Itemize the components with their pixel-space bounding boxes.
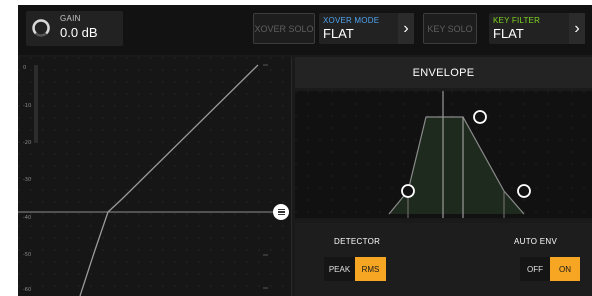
tick-label: 0 xyxy=(23,65,27,71)
transfer-curve-graph[interactable]: 0 -10 -20 -30 -40 -50 -60 xyxy=(18,57,292,296)
xover-mode-dropdown[interactable]: XOVER MODE FLAT › xyxy=(319,13,414,44)
key-filter-value: FLAT xyxy=(493,26,524,41)
xover-solo-button[interactable]: XOVER SOLO xyxy=(253,13,315,44)
release-handle[interactable] xyxy=(517,184,531,198)
gain-value[interactable]: 0.0 dB xyxy=(60,25,98,40)
detector-label: DETECTOR xyxy=(334,237,381,246)
tick-label: -40 xyxy=(23,215,32,221)
chevron-right-icon[interactable]: › xyxy=(569,13,585,44)
tick-label: -50 xyxy=(23,252,32,258)
graph-grid xyxy=(18,57,292,296)
key-filter-label: KEY FILTER xyxy=(493,16,541,25)
menu-icon xyxy=(277,208,285,216)
auto-env-on-button[interactable]: ON xyxy=(550,257,580,281)
tick-label: -60 xyxy=(23,287,32,293)
detector-section: DETECTOR PEAK RMS AUTO ENV OFF ON xyxy=(295,223,592,296)
envelope-canvas xyxy=(295,91,592,218)
app-root: GAIN 0.0 dB XOVER SOLO XOVER MODE FLAT ›… xyxy=(0,0,592,296)
auto-env-toggle[interactable]: OFF ON xyxy=(520,257,580,281)
gain-knob-icon[interactable] xyxy=(31,18,51,38)
envelope-editor[interactable] xyxy=(295,91,592,218)
auto-env-off-button[interactable]: OFF xyxy=(520,257,550,281)
tick-label: -10 xyxy=(23,103,32,109)
chevron-right-icon[interactable]: › xyxy=(398,13,414,44)
gain-label: GAIN xyxy=(60,14,81,23)
top-toolbar: GAIN 0.0 dB XOVER SOLO XOVER MODE FLAT ›… xyxy=(18,5,592,55)
tick-label: -20 xyxy=(23,140,32,146)
key-filter-dropdown[interactable]: KEY FILTER FLAT › xyxy=(489,13,585,44)
detector-rms-button[interactable]: RMS xyxy=(355,257,386,281)
transfer-curve-canvas xyxy=(18,57,292,296)
gain-control[interactable]: GAIN 0.0 dB xyxy=(26,11,123,46)
plugin-window: GAIN 0.0 dB XOVER SOLO XOVER MODE FLAT ›… xyxy=(18,5,592,296)
detector-peak-button[interactable]: PEAK xyxy=(324,257,355,281)
xover-mode-value: FLAT xyxy=(323,26,354,41)
threshold-handle[interactable] xyxy=(273,204,289,220)
detector-toggle[interactable]: PEAK RMS xyxy=(324,257,386,281)
key-solo-button[interactable]: KEY SOLO xyxy=(423,13,477,44)
attack-handle[interactable] xyxy=(401,184,415,198)
hold-handle[interactable] xyxy=(473,110,487,124)
envelope-panel: ENVELOPE DETECTOR PEAK RMS AUTO ENV OFF … xyxy=(295,57,592,296)
tick-label: -30 xyxy=(23,177,32,183)
auto-env-label: AUTO ENV xyxy=(514,237,558,246)
envelope-title: ENVELOPE xyxy=(295,57,592,88)
xover-mode-label: XOVER MODE xyxy=(323,16,380,25)
